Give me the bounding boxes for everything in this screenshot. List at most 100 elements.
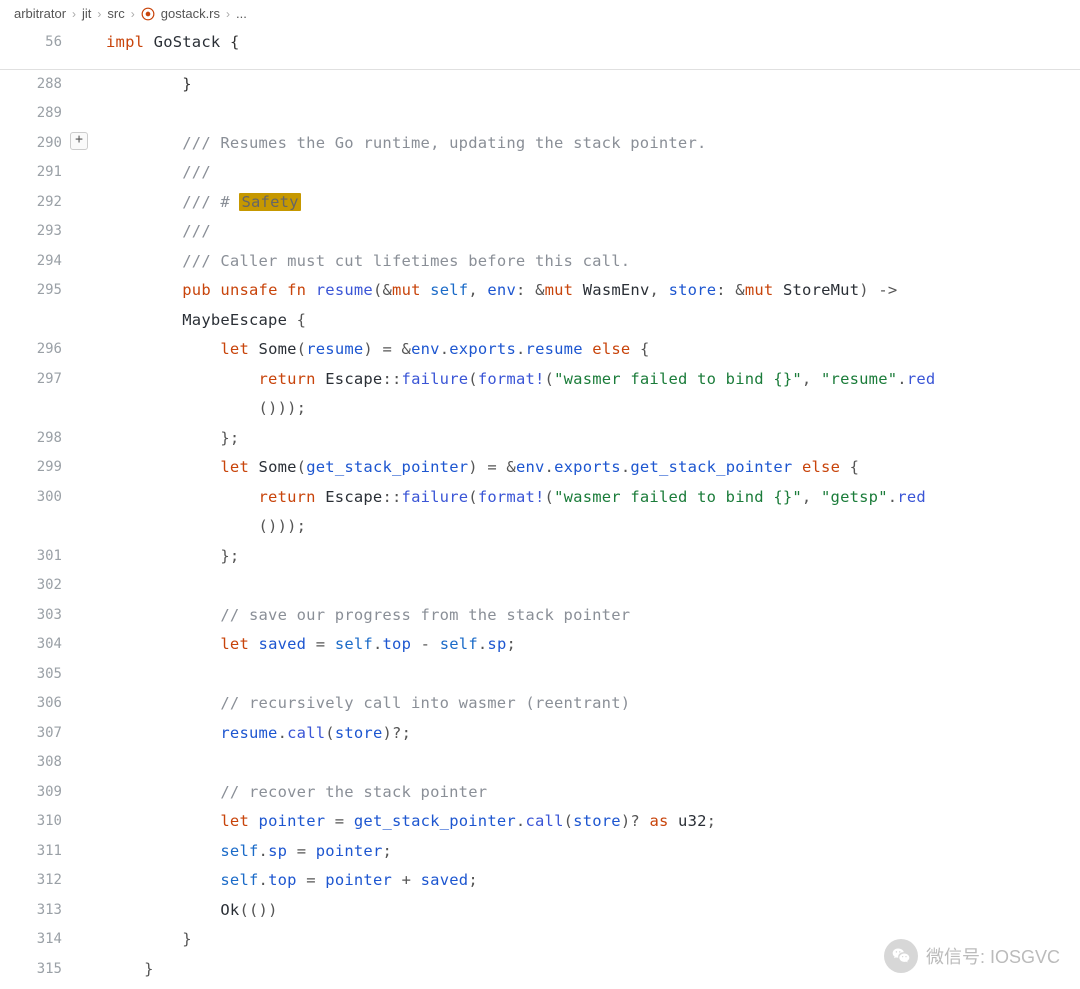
code-content: /// bbox=[104, 217, 1080, 247]
editor-root: arbitrator › jit › src › gostack.rs › ..… bbox=[0, 0, 1080, 989]
code-line[interactable]: 293 /// bbox=[0, 217, 1080, 247]
line-number: 312 bbox=[0, 866, 72, 896]
breadcrumb-symbol[interactable]: ... bbox=[236, 6, 247, 21]
code-line[interactable]: 296 let Some(resume) = &env.exports.resu… bbox=[0, 335, 1080, 365]
code-line[interactable]: 295 pub unsafe fn resume(&mut self, env:… bbox=[0, 276, 1080, 306]
code-line[interactable]: 304 let saved = self.top - self.sp; bbox=[0, 630, 1080, 660]
code-content: /// Caller must cut lifetimes before thi… bbox=[104, 247, 1080, 277]
line-number: 292 bbox=[0, 188, 72, 218]
line-number: 299 bbox=[0, 453, 72, 483]
breadcrumb: arbitrator › jit › src › gostack.rs › ..… bbox=[0, 0, 1080, 27]
breadcrumb-item[interactable]: jit bbox=[82, 6, 91, 21]
code-content: resume.call(store)?; bbox=[104, 719, 1080, 749]
watermark: 微信号: IOSGVC bbox=[884, 939, 1060, 973]
code-content: let Some(get_stack_pointer) = &env.expor… bbox=[104, 453, 1080, 483]
line-number: 313 bbox=[0, 896, 72, 926]
line-number: 305 bbox=[0, 660, 72, 690]
code-content: }; bbox=[104, 424, 1080, 454]
line-number: 295 bbox=[0, 276, 72, 306]
line-number: 298 bbox=[0, 424, 72, 454]
code-content: pub unsafe fn resume(&mut self, env: &mu… bbox=[104, 276, 1080, 306]
line-number: 294 bbox=[0, 247, 72, 277]
code-line[interactable]: 302 bbox=[0, 571, 1080, 601]
code-line[interactable]: 288 } bbox=[0, 70, 1080, 100]
rust-file-icon bbox=[141, 7, 155, 21]
code-line[interactable]: 311 self.sp = pointer; bbox=[0, 837, 1080, 867]
chevron-right-icon: › bbox=[97, 7, 101, 21]
code-content: ())); bbox=[104, 394, 1080, 424]
search-highlight: Safety bbox=[239, 193, 300, 211]
code-content: ())); bbox=[104, 512, 1080, 542]
breadcrumb-item[interactable]: src bbox=[107, 6, 124, 21]
code-content: // recover the stack pointer bbox=[104, 778, 1080, 808]
code-line[interactable]: 308 bbox=[0, 748, 1080, 778]
expand-plus-icon[interactable]: + bbox=[70, 132, 88, 150]
code-content: } bbox=[104, 70, 1080, 100]
breadcrumb-item[interactable]: arbitrator bbox=[14, 6, 66, 21]
line-number: 314 bbox=[0, 925, 72, 955]
line-number: 289 bbox=[0, 99, 72, 129]
line-number: 306 bbox=[0, 689, 72, 719]
code-line[interactable]: 294 /// Caller must cut lifetimes before… bbox=[0, 247, 1080, 277]
line-number: 288 bbox=[0, 70, 72, 100]
code-line[interactable]: 309 // recover the stack pointer bbox=[0, 778, 1080, 808]
code-content: // save our progress from the stack poin… bbox=[104, 601, 1080, 631]
code-content: }; bbox=[104, 542, 1080, 572]
line-number: 301 bbox=[0, 542, 72, 572]
code-content: /// # Safety bbox=[104, 188, 1080, 218]
code-line[interactable]: 299 let Some(get_stack_pointer) = &env.e… bbox=[0, 453, 1080, 483]
code-line[interactable]: 306 // recursively call into wasmer (ree… bbox=[0, 689, 1080, 719]
line-number: 311 bbox=[0, 837, 72, 867]
code-content: let pointer = get_stack_pointer.call(sto… bbox=[104, 807, 1080, 837]
code-line[interactable]: 301 }; bbox=[0, 542, 1080, 572]
line-number: 56 bbox=[0, 28, 72, 58]
code-line[interactable]: 300 return Escape::failure(format!("wasm… bbox=[0, 483, 1080, 513]
line-number: 290+ bbox=[0, 129, 72, 159]
code-content: self.top = pointer + saved; bbox=[104, 866, 1080, 896]
chevron-right-icon: › bbox=[72, 7, 76, 21]
line-number: 302 bbox=[0, 571, 72, 601]
code-line[interactable]: ())); bbox=[0, 394, 1080, 424]
code-line[interactable]: 298 }; bbox=[0, 424, 1080, 454]
code-line[interactable]: 290+ /// Resumes the Go runtime, updatin… bbox=[0, 129, 1080, 159]
code-content: return Escape::failure(format!("wasmer f… bbox=[104, 483, 1080, 513]
line-number: 297 bbox=[0, 365, 72, 395]
code-line[interactable]: 313 Ok(()) bbox=[0, 896, 1080, 926]
code-line[interactable]: 297 return Escape::failure(format!("wasm… bbox=[0, 365, 1080, 395]
code-line[interactable]: 291 /// bbox=[0, 158, 1080, 188]
code-line[interactable]: MaybeEscape { bbox=[0, 306, 1080, 336]
line-number: 315 bbox=[0, 955, 72, 985]
sticky-scroll-header[interactable]: 56 impl GoStack { bbox=[0, 27, 1080, 59]
watermark-text: 微信号: IOSGVC bbox=[926, 943, 1060, 969]
sticky-code: impl GoStack { bbox=[104, 28, 1080, 58]
code-content: Ok(()) bbox=[104, 896, 1080, 926]
code-line[interactable]: 310 let pointer = get_stack_pointer.call… bbox=[0, 807, 1080, 837]
code-line[interactable]: 312 self.top = pointer + saved; bbox=[0, 866, 1080, 896]
line-number: 310 bbox=[0, 807, 72, 837]
code-content: /// bbox=[104, 158, 1080, 188]
code-content: let saved = self.top - self.sp; bbox=[104, 630, 1080, 660]
line-number: 303 bbox=[0, 601, 72, 631]
code-content: /// Resumes the Go runtime, updating the… bbox=[104, 129, 1080, 159]
code-line[interactable]: 303 // save our progress from the stack … bbox=[0, 601, 1080, 631]
code-content: let Some(resume) = &env.exports.resume e… bbox=[104, 335, 1080, 365]
code-content: // recursively call into wasmer (reentra… bbox=[104, 689, 1080, 719]
chevron-right-icon: › bbox=[131, 7, 135, 21]
line-number: 304 bbox=[0, 630, 72, 660]
code-content: MaybeEscape { bbox=[104, 306, 1080, 336]
code-line[interactable]: 307 resume.call(store)?; bbox=[0, 719, 1080, 749]
code-line[interactable]: 305 bbox=[0, 660, 1080, 690]
code-line[interactable]: 289 bbox=[0, 99, 1080, 129]
code-line[interactable]: 292 /// # Safety bbox=[0, 188, 1080, 218]
code-content: return Escape::failure(format!("wasmer f… bbox=[104, 365, 1080, 395]
code-line[interactable]: ())); bbox=[0, 512, 1080, 542]
line-number: 309 bbox=[0, 778, 72, 808]
code-content: self.sp = pointer; bbox=[104, 837, 1080, 867]
wechat-icon bbox=[884, 939, 918, 973]
breadcrumb-file[interactable]: gostack.rs bbox=[161, 6, 220, 21]
line-number: 308 bbox=[0, 748, 72, 778]
line-number: 296 bbox=[0, 335, 72, 365]
code-editor[interactable]: 288 }289290+ /// Resumes the Go runtime,… bbox=[0, 70, 1080, 985]
line-number: 307 bbox=[0, 719, 72, 749]
line-number: 293 bbox=[0, 217, 72, 247]
